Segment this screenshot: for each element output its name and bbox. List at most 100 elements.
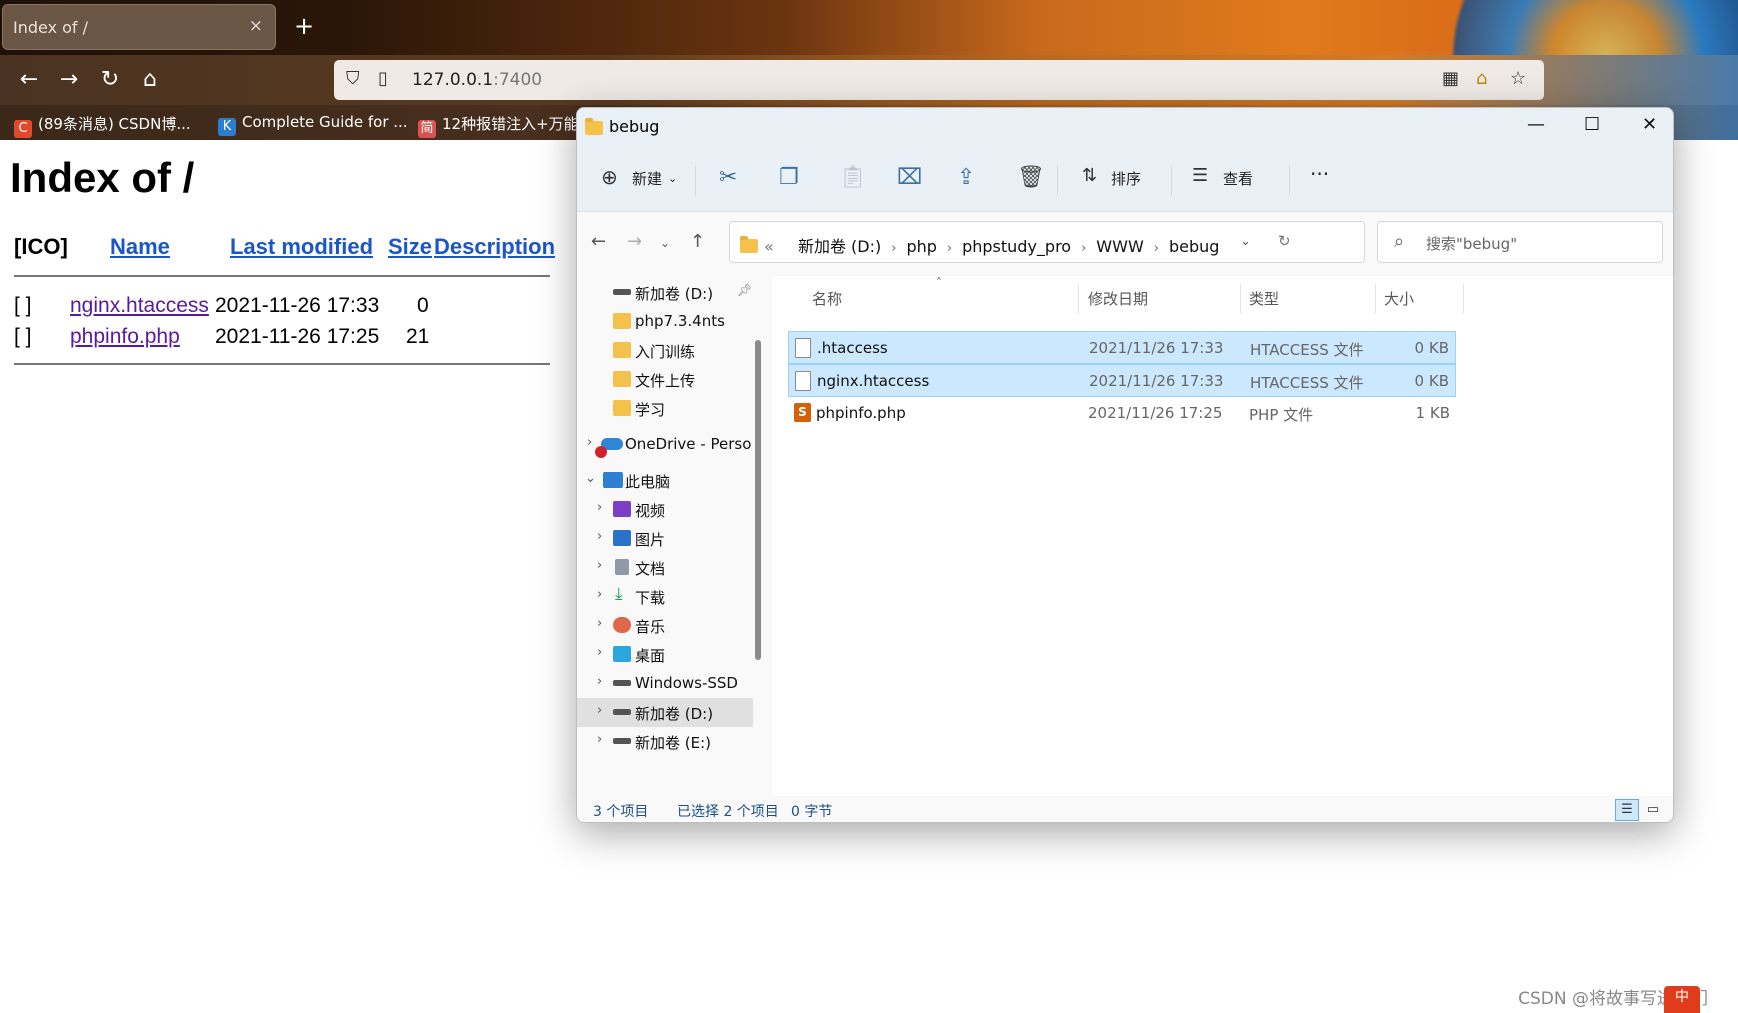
sidebar-item[interactable]: 入门训练: [577, 336, 753, 365]
chevron-right-icon[interactable]: ›: [597, 616, 602, 631]
sidebar-item[interactable]: › ⤓ 下载: [577, 582, 753, 611]
browser-tab[interactable]: Index of / ×: [2, 4, 276, 50]
paste-icon[interactable]: 📋︎: [839, 165, 867, 190]
sidebar-item[interactable]: › OneDrive - Perso: [577, 430, 753, 459]
forward-icon[interactable]: →: [627, 231, 642, 252]
sort-icon[interactable]: ⇅: [1082, 165, 1097, 186]
folder-icon: [740, 236, 758, 253]
tiles-view-icon[interactable]: ▭: [1641, 799, 1665, 821]
recent-locations-icon[interactable]: ⌄: [660, 236, 670, 250]
sidebar-item[interactable]: › 音乐: [577, 611, 753, 640]
home-extension-icon[interactable]: ⌂: [1476, 68, 1487, 89]
breadcrumb-item[interactable]: php: [906, 237, 936, 256]
chevron-right-icon[interactable]: ›: [597, 703, 602, 718]
chevron-right-icon[interactable]: ›: [597, 500, 602, 515]
column-header-type[interactable]: 类型: [1249, 288, 1279, 309]
file-link[interactable]: phpinfo.php: [70, 325, 180, 348]
file-name: nginx.htaccess: [817, 372, 930, 390]
details-view-icon[interactable]: ☰: [1615, 799, 1639, 821]
tab-close-icon[interactable]: ×: [249, 16, 263, 36]
shield-icon[interactable]: ⛉: [346, 68, 360, 89]
column-header-size[interactable]: 大小: [1384, 288, 1414, 309]
sidebar-item[interactable]: 新加卷 (D:) 📌︎: [577, 278, 753, 307]
back-icon[interactable]: ←: [591, 231, 606, 252]
breadcrumb-item[interactable]: 新加卷 (D:): [798, 237, 881, 256]
refresh-icon[interactable]: ↻: [1278, 232, 1291, 250]
bookmark-item[interactable]: 简 12种报错注入+万能...: [418, 113, 593, 138]
bookmark-item[interactable]: C (89条消息) CSDN博...: [14, 113, 191, 138]
breadcrumb-item[interactable]: phpstudy_pro: [962, 237, 1071, 256]
sidebar-item[interactable]: › Windows-SSD: [577, 669, 753, 698]
bookmark-star-icon[interactable]: ☆: [1510, 68, 1526, 89]
copy-icon[interactable]: ❐: [779, 165, 799, 190]
sidebar-scrollbar[interactable]: [755, 340, 761, 660]
php-file-icon: S: [794, 403, 811, 422]
sidebar-item[interactable]: 学习: [577, 394, 753, 423]
file-row[interactable]: .htaccess 2021/11/26 17:33 HTACCESS 文件 0…: [788, 331, 1456, 364]
column-header-date[interactable]: 修改日期: [1088, 288, 1148, 309]
window-title: bebug: [609, 117, 660, 136]
chevron-right-icon[interactable]: ›: [597, 558, 602, 573]
file-link[interactable]: nginx.htaccess: [70, 294, 209, 317]
forward-icon[interactable]: →: [54, 65, 84, 95]
description-header-link[interactable]: Description: [434, 234, 555, 260]
file-row[interactable]: nginx.htaccess 2021/11/26 17:33 HTACCESS…: [788, 364, 1456, 397]
sidebar-item[interactable]: 文件上传: [577, 365, 753, 394]
name-header-link[interactable]: Name: [110, 234, 170, 260]
sidebar-label: 新加卷 (D:): [635, 285, 714, 303]
sidebar-item[interactable]: php7.3.4nts: [577, 307, 753, 336]
new-plus-icon[interactable]: ⊕: [601, 165, 618, 189]
sidebar-item[interactable]: › 桌面: [577, 640, 753, 669]
pin-icon[interactable]: 📌︎: [737, 283, 752, 297]
sidebar-item[interactable]: › 视频: [577, 495, 753, 524]
sidebar-item[interactable]: › 新加卷 (E:): [577, 727, 753, 756]
new-tab-button[interactable]: +: [294, 12, 314, 40]
minimize-icon[interactable]: —: [1527, 114, 1545, 135]
chevron-right-icon[interactable]: ›: [597, 645, 602, 660]
new-button[interactable]: 新建: [632, 168, 662, 189]
rename-icon[interactable]: ⌧: [897, 165, 922, 190]
explorer-titlebar[interactable]: bebug — ☐ ✕: [577, 108, 1673, 148]
close-icon[interactable]: ✕: [1642, 114, 1657, 135]
last-modified-header-link[interactable]: Last modified: [230, 234, 373, 260]
up-icon[interactable]: ↑: [690, 231, 705, 252]
chevron-down-icon[interactable]: ⌄: [585, 471, 596, 486]
chevron-down-icon[interactable]: ⌄: [1240, 234, 1251, 249]
view-icon[interactable]: ☰: [1192, 165, 1208, 186]
column-header-name[interactable]: 名称: [812, 288, 842, 309]
bookmark-item[interactable]: K Complete Guide for ...: [218, 113, 408, 136]
qr-code-icon[interactable]: ▦: [1442, 68, 1459, 89]
jian-icon: 简: [418, 120, 436, 138]
url-bar[interactable]: ⛉ ▯ 127.0.0.1:7400 ▦ ⌂ ☆: [334, 60, 1544, 100]
reload-icon[interactable]: ↻: [95, 65, 125, 95]
cut-icon[interactable]: ✂: [719, 165, 737, 190]
sidebar-item[interactable]: › 图片: [577, 524, 753, 553]
address-bar[interactable]: « 新加卷 (D:) › php › phpstudy_pro › WWW › bebug ⌄ …: [729, 221, 1365, 263]
home-icon[interactable]: ⌂: [135, 65, 165, 95]
back-icon[interactable]: ←: [14, 65, 44, 95]
view-button[interactable]: 查看: [1223, 168, 1253, 189]
sidebar-item[interactable]: › 文档: [577, 553, 753, 582]
chevron-right-icon[interactable]: ›: [597, 587, 602, 602]
search-box[interactable]: ⌕ 搜索"bebug": [1377, 221, 1663, 263]
sidebar-item[interactable]: ⌄ 此电脑: [577, 466, 753, 495]
search-input[interactable]: 搜索"bebug": [1426, 233, 1517, 254]
chevron-right-icon[interactable]: ›: [597, 674, 602, 689]
sidebar-item[interactable]: › 新加卷 (D:): [577, 698, 753, 727]
chevron-right-icon[interactable]: ›: [597, 529, 602, 544]
size-header-link[interactable]: Size: [388, 234, 432, 260]
url-text[interactable]: 127.0.0.1:7400: [412, 70, 542, 90]
file-date: 2021/11/26 17:25: [1088, 404, 1223, 422]
breadcrumb-overflow[interactable]: «: [764, 237, 774, 256]
breadcrumb-item[interactable]: WWW: [1096, 237, 1143, 256]
more-options-button[interactable]: ···: [1310, 162, 1329, 186]
chevron-right-icon[interactable]: ›: [587, 435, 592, 450]
maximize-icon[interactable]: ☐: [1584, 114, 1600, 135]
sort-button[interactable]: 排序: [1111, 168, 1141, 189]
delete-icon[interactable]: 🗑︎: [1017, 165, 1045, 190]
chevron-right-icon[interactable]: ›: [597, 732, 602, 747]
share-icon[interactable]: ⇪: [957, 165, 975, 190]
breadcrumb-item[interactable]: bebug: [1169, 237, 1219, 256]
file-row[interactable]: S phpinfo.php 2021/11/26 17:25 PHP 文件 1 …: [788, 397, 1456, 430]
selection-size: 0 字节: [791, 804, 833, 820]
